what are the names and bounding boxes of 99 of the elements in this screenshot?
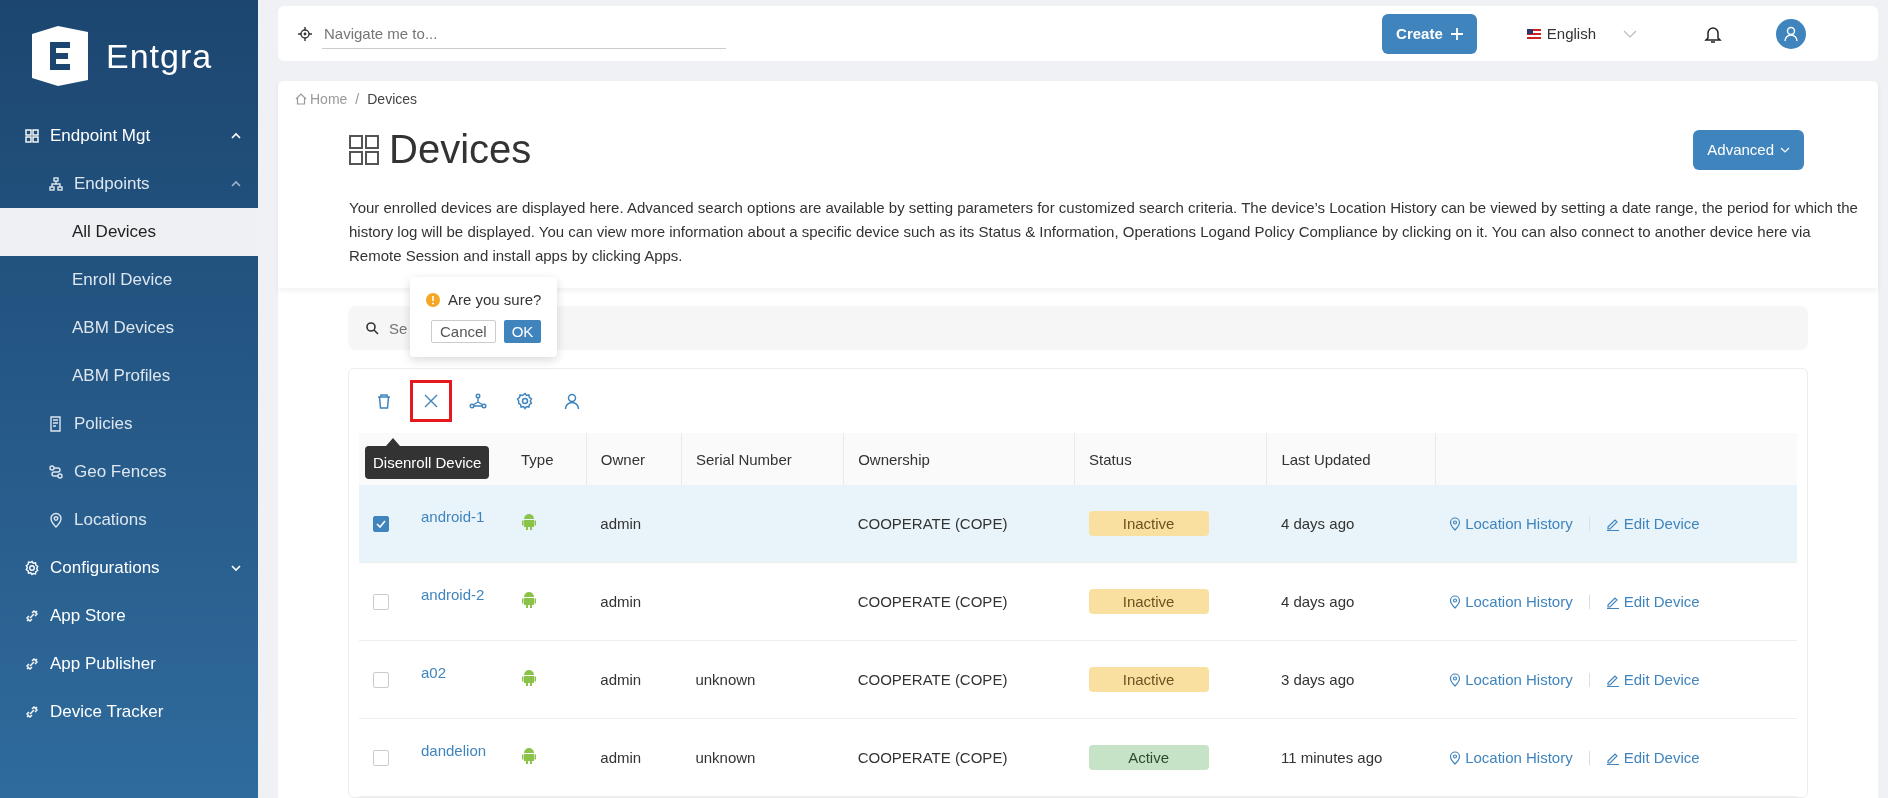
chevron-icon <box>1780 145 1790 154</box>
link-icon <box>24 704 40 720</box>
close-button[interactable] <box>410 380 452 422</box>
page-description: Your enrolled devices are displayed here. Advanced search options are available by setting parameters for customized search criteria. The device’s Location History can be viewed by setting a date range, the period for which the history log will be displayed. You can view more information about a specific device such as its Status & Information, Operations Logand Policy Compliance by clicking on it. You can also connect to another device here via Remote Session and install apps by clicking Apps. <box>349 198 1859 266</box>
sidebar-item[interactable]: Endpoints <box>0 160 258 208</box>
edit-device-link[interactable]: Edit Device <box>1605 749 1700 766</box>
location-pin-icon <box>48 512 64 528</box>
location-pin-icon <box>1449 672 1462 687</box>
android-icon <box>521 591 537 609</box>
user-icon <box>563 392 581 410</box>
table-cell: COOPERATE (COPE) <box>843 640 1075 719</box>
advanced-button[interactable]: Advanced <box>1693 129 1804 170</box>
home-icon <box>294 92 308 106</box>
tooltip-arrow <box>386 438 400 446</box>
tooltip: Disenroll Device <box>365 446 490 479</box>
android-icon <box>521 669 537 687</box>
table-cell: 11 minutes ago <box>1266 718 1436 797</box>
table-cell: 3 days ago <box>1266 640 1436 719</box>
location-history-link[interactable]: Location History <box>1449 593 1573 610</box>
table-row[interactable]: android-1 admin COOPERATE (COPE) Inactive 4 days ago Location History Edit Device <box>359 485 1797 563</box>
table-row[interactable]: dandelion admin unknown COOPERATE (COPE) Active 11 minutes ago Location History Edit Device <box>359 718 1797 797</box>
network-icon <box>469 392 487 410</box>
table-cell: 4 days ago <box>1266 485 1436 563</box>
settings-icon <box>516 392 534 410</box>
table-cell: 4 days ago <box>1266 562 1436 641</box>
sidebar-item[interactable]: Policies <box>0 400 258 448</box>
link-icon <box>24 656 40 672</box>
location-pin-icon <box>1449 594 1462 609</box>
avatar-icon[interactable] <box>1776 18 1806 49</box>
sidebar-item[interactable]: Endpoint Mgt <box>0 112 258 160</box>
location-history-link[interactable]: Location History <box>1449 515 1573 532</box>
sidebar-item[interactable]: ABM Profiles <box>0 352 258 400</box>
device-link[interactable]: android-2 <box>421 586 485 603</box>
close-icon <box>422 392 440 410</box>
sidebar-item[interactable]: App Store <box>0 592 258 640</box>
table-cell: unknown <box>695 671 756 688</box>
sidebar-item[interactable]: Device Tracker <box>0 688 258 736</box>
logo-text: Entgra <box>106 36 213 76</box>
row-checkbox[interactable] <box>373 593 389 610</box>
status-badge: Inactive <box>1088 589 1209 614</box>
location-history-link[interactable]: Location History <box>1449 671 1573 688</box>
edit-device-link[interactable]: Edit Device <box>1605 515 1700 532</box>
route-icon <box>48 464 64 480</box>
sidebar-item[interactable]: App Publisher <box>0 640 258 688</box>
table-row[interactable]: android-2 admin COOPERATE (COPE) Inactive 4 days ago Location History Edit Device <box>359 562 1797 641</box>
table-cell: unknown <box>695 749 756 766</box>
breadcrumb-link[interactable]: Home <box>294 91 348 107</box>
plus-icon <box>1450 27 1463 40</box>
table-cell: COOPERATE (COPE) <box>843 718 1075 797</box>
table-cell: COOPERATE (COPE) <box>843 562 1075 641</box>
language-selector[interactable]: English <box>1526 25 1638 42</box>
android-icon <box>521 747 537 765</box>
sidebar-item[interactable]: All Devices <box>0 208 258 256</box>
page-title: Devices <box>389 127 533 172</box>
status-badge: Inactive <box>1088 667 1209 692</box>
row-checkbox[interactable] <box>373 671 389 688</box>
sidebar-item[interactable]: Geo Fences <box>0 448 258 496</box>
grid-icon <box>349 134 379 165</box>
sidebar-item[interactable]: Enroll Device <box>0 256 258 304</box>
check-icon <box>376 519 386 528</box>
sidebar-item[interactable]: ABM Devices <box>0 304 258 352</box>
location-pin-icon <box>1449 516 1462 531</box>
status-badge: Active <box>1088 745 1209 770</box>
table-cell: COOPERATE (COPE) <box>843 485 1075 563</box>
android-icon <box>521 513 537 531</box>
device-link[interactable]: android-1 <box>421 508 485 525</box>
cancel-button[interactable]: Cancel <box>431 320 496 343</box>
settings-icon <box>24 560 40 576</box>
warning-icon <box>426 292 440 307</box>
table-cell: admin <box>586 718 682 797</box>
flag-icon <box>1526 28 1541 39</box>
location-history-link[interactable]: Location History <box>1449 749 1573 766</box>
table-cell: admin <box>586 485 682 563</box>
search-icon <box>365 321 379 335</box>
status-badge: Inactive <box>1088 511 1209 536</box>
trash-icon <box>375 392 393 410</box>
sidebar-item[interactable]: Configurations <box>0 544 258 592</box>
document-icon <box>48 416 64 432</box>
edit-device-link[interactable]: Edit Device <box>1605 671 1700 688</box>
breadcrumb-item: Devices <box>367 91 418 107</box>
column-header: Type <box>507 433 587 485</box>
table-cell: admin <box>586 640 682 719</box>
confirm-message: Are you sure? <box>448 291 542 308</box>
grid-icon <box>24 128 40 144</box>
crosshair-icon <box>298 26 312 41</box>
sitemap-icon <box>48 176 64 192</box>
create-button[interactable]: Create <box>1382 13 1477 54</box>
edit-device-link[interactable]: Edit Device <box>1605 593 1700 610</box>
row-checkbox[interactable] <box>373 749 389 766</box>
ok-button[interactable]: OK <box>503 320 542 343</box>
sidebar-item[interactable]: Locations <box>0 496 258 544</box>
device-link[interactable]: a02 <box>421 664 447 681</box>
breadcrumb-separator: / <box>355 91 360 107</box>
device-link[interactable]: dandelion <box>421 742 487 759</box>
table-cell: admin <box>586 562 682 641</box>
row-checkbox[interactable] <box>373 515 389 532</box>
link-icon <box>24 608 40 624</box>
table-row[interactable]: a02 admin unknown COOPERATE (COPE) Inactive 3 days ago Location History Edit Device <box>359 640 1797 719</box>
location-pin-icon <box>1449 750 1462 765</box>
